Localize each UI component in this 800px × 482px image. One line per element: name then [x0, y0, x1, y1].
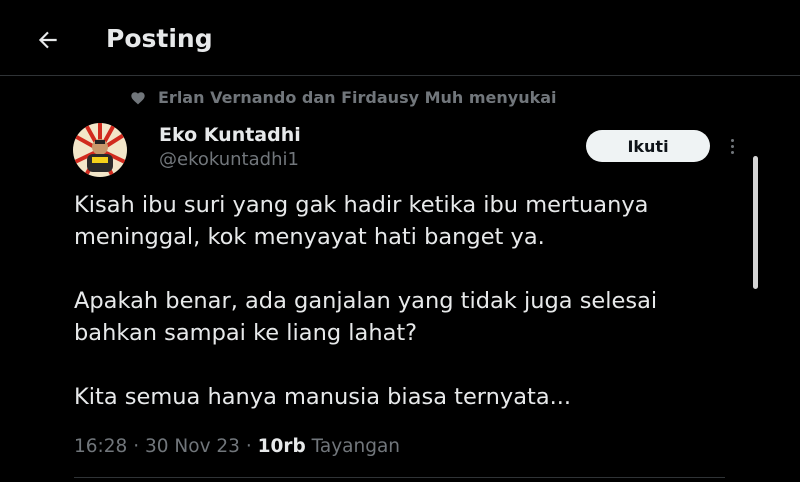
tweet-date[interactable]: 30 Nov 23	[145, 436, 240, 457]
author-display-name[interactable]: Eko Kuntadhi	[159, 124, 301, 146]
top-header: Posting	[0, 0, 800, 76]
heart-icon	[131, 91, 145, 104]
social-context[interactable]: Erlan Vernando dan Firdausy Muh menyukai	[130, 88, 557, 107]
avatar-image	[73, 123, 127, 177]
tweet-text: Kisah ibu suri yang gak hadir ketika ibu…	[74, 189, 734, 413]
tweet-time[interactable]: 16:28	[74, 436, 127, 457]
tweet-line: meninggal, kok menyayat hati banget ya.	[74, 224, 545, 250]
follow-button[interactable]: Ikuti	[586, 130, 710, 162]
views-label: Tayangan	[311, 436, 401, 457]
views-count: 10rb	[257, 436, 306, 457]
more-dot	[730, 144, 734, 148]
avatar[interactable]	[73, 123, 127, 177]
tweet-meta: 16:28 · 30 Nov 23 · 10rb Tayangan	[74, 436, 400, 457]
scrollbar-thumb[interactable]	[753, 156, 758, 289]
more-dot	[730, 150, 734, 154]
divider	[74, 477, 725, 478]
page-title: Posting	[106, 24, 213, 53]
tweet-line: Kita semua hanya manusia biasa ternyata.…	[74, 384, 572, 410]
tweet-line: Apakah benar, ada ganjalan yang tidak ju…	[74, 288, 658, 314]
back-button[interactable]	[30, 22, 66, 58]
more-options-icon[interactable]	[720, 134, 744, 158]
more-dot	[730, 138, 734, 142]
meta-separator: ·	[133, 436, 140, 457]
tweet-line: Kisah ibu suri yang gak hadir ketika ibu…	[74, 192, 649, 218]
tweet-line: bahkan sampai ke liang lahat?	[74, 320, 418, 346]
social-context-text: Erlan Vernando dan Firdausy Muh menyukai	[158, 88, 557, 107]
arrow-left-icon	[38, 31, 57, 49]
author-handle[interactable]: @ekokuntadhi1	[159, 149, 299, 170]
meta-separator: ·	[245, 436, 252, 457]
